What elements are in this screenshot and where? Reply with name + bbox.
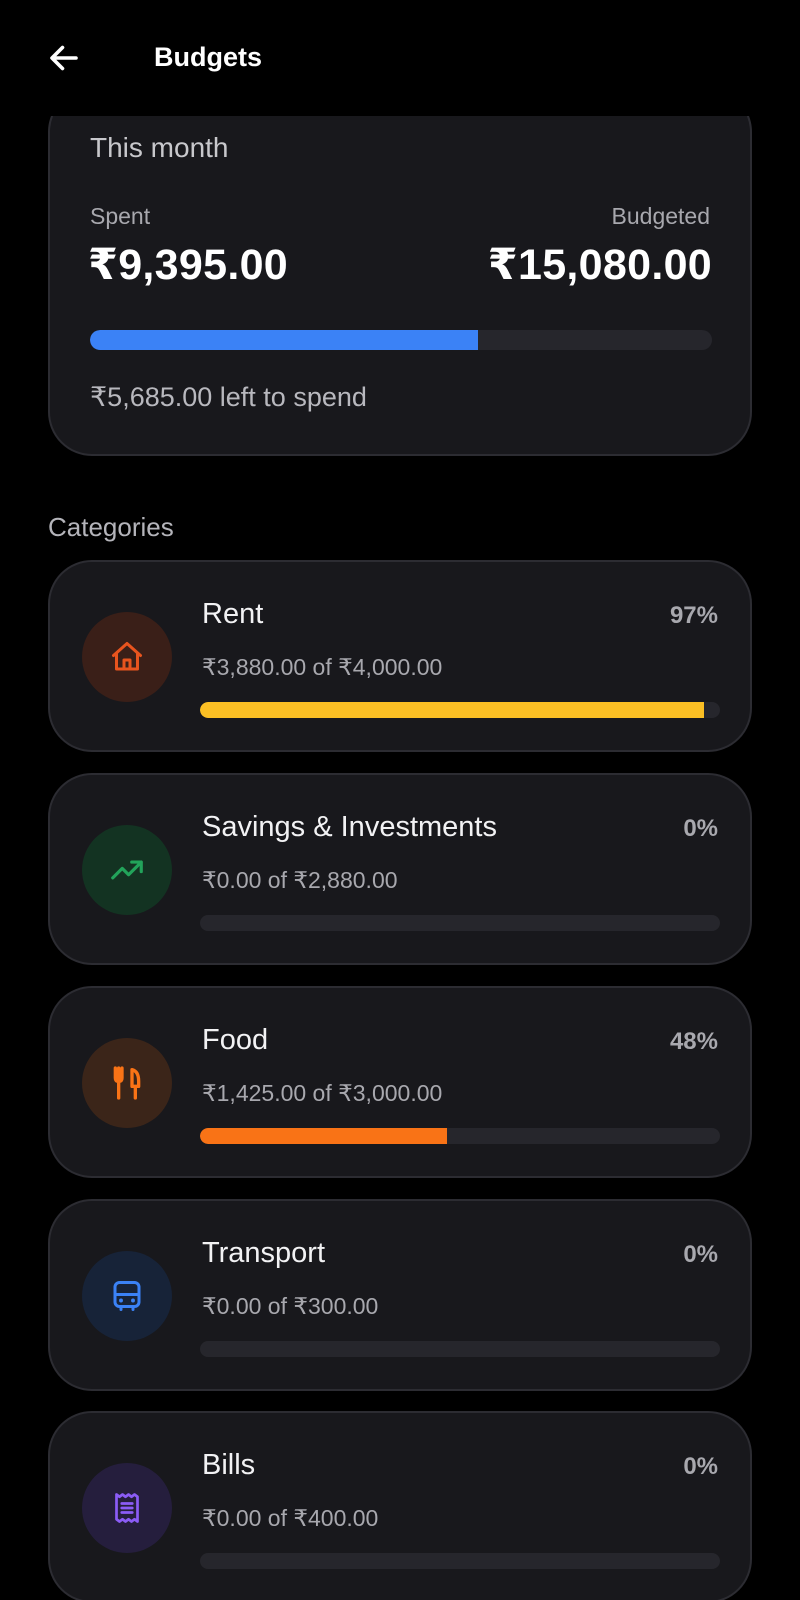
- monthly-summary-card: This month Spent Budgeted ₹9,395.00 ₹15,…: [48, 88, 752, 456]
- category-card-savings-investments[interactable]: Savings & Investments 0% ₹0.00 of ₹2,880…: [48, 773, 752, 965]
- category-name: Bills: [202, 1449, 256, 1481]
- category-name: Rent: [202, 598, 264, 630]
- summary-progress-fill: [90, 330, 478, 350]
- category-progress-track: [200, 1553, 720, 1569]
- category-percent: 0%: [683, 815, 718, 842]
- bus-icon: [113, 1281, 141, 1311]
- back-button[interactable]: [42, 36, 86, 80]
- app-bar: Budgets: [0, 0, 800, 116]
- spent-amount: ₹9,395.00: [88, 241, 289, 289]
- category-amount: ₹0.00 of ₹300.00: [202, 1293, 379, 1319]
- category-progress-track: [200, 1341, 720, 1357]
- restaurant-icon: [113, 1066, 141, 1100]
- category-amount: ₹0.00 of ₹2,880.00: [202, 867, 398, 893]
- budgeted-label: Budgeted: [611, 203, 710, 229]
- category-card-transport[interactable]: Transport 0% ₹0.00 of ₹300.00: [48, 1199, 752, 1391]
- category-percent: 97%: [669, 602, 718, 629]
- category-card-food[interactable]: Food 48% ₹1,425.00 of ₹3,000.00: [48, 986, 752, 1178]
- category-icon-badge: [82, 825, 172, 915]
- home-icon: [112, 642, 142, 671]
- arrow-left-icon: [50, 45, 78, 71]
- category-card-bills[interactable]: Bills 0% ₹0.00 of ₹400.00: [48, 1411, 752, 1600]
- category-icon-badge: [82, 1038, 172, 1128]
- spent-label: Spent: [90, 203, 151, 229]
- category-name: Transport: [202, 1237, 326, 1269]
- category-progress-track: [200, 702, 720, 718]
- category-amount: ₹0.00 of ₹400.00: [202, 1505, 379, 1531]
- category-name: Food: [202, 1024, 269, 1056]
- category-amount: ₹1,425.00 of ₹3,000.00: [202, 1080, 443, 1106]
- category-progress-fill: [200, 1128, 447, 1144]
- summary-title: This month: [90, 132, 229, 163]
- category-icon-badge: [82, 612, 172, 702]
- budgeted-amount: ₹15,080.00: [487, 241, 712, 289]
- categories-heading: Categories: [48, 512, 174, 542]
- page-title: Budgets: [154, 42, 262, 72]
- summary-progress-track: [90, 330, 712, 350]
- receipt-icon: [115, 1493, 139, 1523]
- category-progress-track: [200, 915, 720, 931]
- category-card-rent[interactable]: Rent 97% ₹3,880.00 of ₹4,000.00: [48, 560, 752, 752]
- category-progress-track: [200, 1128, 720, 1144]
- category-progress-fill: [200, 702, 705, 718]
- category-name: Savings & Investments: [202, 811, 497, 843]
- category-icon-badge: [82, 1463, 172, 1553]
- trending-up-icon: [111, 860, 143, 880]
- category-percent: 0%: [683, 1453, 718, 1480]
- budgets-screen: Budgets This month Spent Budgeted ₹9,395…: [0, 0, 800, 1600]
- category-percent: 48%: [669, 1028, 718, 1055]
- category-amount: ₹3,880.00 of ₹4,000.00: [202, 654, 443, 680]
- category-percent: 0%: [683, 1241, 718, 1268]
- category-icon-badge: [82, 1251, 172, 1341]
- left-to-spend-text: ₹5,685.00 left to spend: [90, 382, 367, 412]
